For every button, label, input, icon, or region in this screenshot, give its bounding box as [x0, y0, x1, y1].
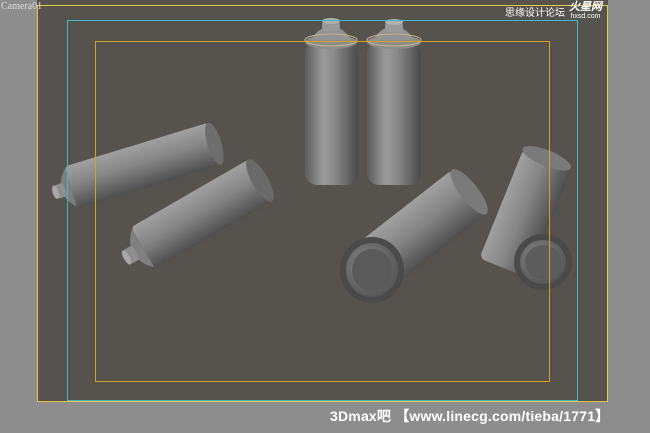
watermark-logo-brand: 火星网 — [569, 1, 602, 13]
spray-can-lying-center[interactable] — [340, 164, 493, 303]
watermark-logo-url: hxsd.com — [570, 13, 601, 20]
viewport-border-right — [608, 0, 650, 433]
watermark-forum-text: 思缘设计论坛 — [505, 7, 565, 19]
viewport-border-left — [0, 0, 37, 433]
spray-can-standing-left[interactable] — [304, 18, 358, 185]
viewport-label[interactable]: Camera01 — [1, 1, 42, 12]
camera-viewport[interactable]: Camera01 思缘设计论坛 火星网 hxsd.com 3Dmax吧 【www… — [0, 0, 650, 433]
spray-can-standing-right[interactable] — [366, 19, 422, 185]
spray-can-lying-right[interactable] — [478, 141, 574, 290]
watermark-bottom: 3Dmax吧 【www.linecg.com/tieba/1771】 — [330, 408, 610, 424]
watermark-top-right: 思缘设计论坛 火星网 hxsd.com — [505, 1, 602, 21]
scene-objects — [52, 18, 574, 303]
watermark-logo: 火星网 hxsd.com — [569, 1, 602, 21]
